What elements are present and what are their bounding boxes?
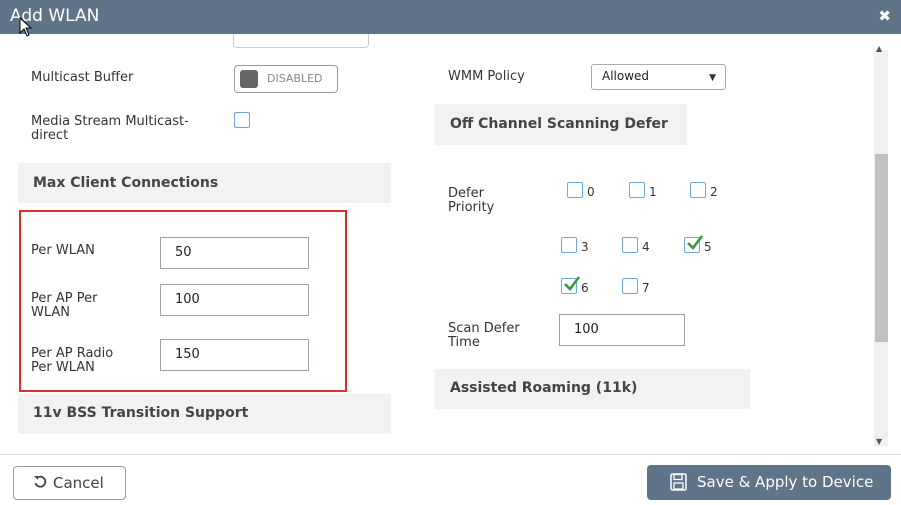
dropdown-arrow-icon: ▼ [709, 73, 716, 83]
media-stream-label-line2: direct [31, 128, 69, 143]
bss-transition-title: 11v BSS Transition Support [33, 405, 249, 421]
checkmark-icon [687, 235, 704, 250]
scroll-down-icon[interactable]: ▼ [876, 437, 882, 446]
per-ap-per-wlan-label: Per AP Per WLAN [31, 292, 97, 320]
cancel-button[interactable]: Cancel [13, 466, 126, 500]
defer-priority-checkbox-0[interactable] [567, 182, 583, 198]
defer-priority-number-2: 2 [710, 185, 718, 199]
dialog-titlebar: Add WLAN ✖ [0, 0, 901, 34]
close-icon[interactable]: ✖ [878, 7, 891, 25]
wmm-policy-select[interactable]: Allowed ▼ [591, 64, 726, 90]
scroll-up-icon[interactable]: ▲ [876, 44, 882, 53]
partial-field-top[interactable] [233, 34, 369, 48]
save-disk-icon [670, 473, 687, 491]
per-ap-per-wlan-input[interactable]: 100 [160, 284, 309, 316]
defer-priority-checkbox-1[interactable] [629, 182, 645, 198]
scan-defer-time-label-line1: Scan Defer [448, 321, 520, 336]
defer-priority-checkbox-4[interactable] [622, 237, 638, 253]
cancel-label: Cancel [53, 474, 104, 492]
max-client-connections-title: Max Client Connections [33, 175, 219, 191]
scan-defer-time-label-line2: Time [448, 335, 480, 350]
per-ap-radio-input[interactable]: 150 [160, 339, 309, 371]
per-ap-radio-label-line2: Per WLAN [31, 360, 95, 375]
bss-transition-section: 11v BSS Transition Support [18, 394, 391, 434]
defer-priority-number-3: 3 [581, 240, 589, 254]
scan-defer-time-label: Scan Defer Time [448, 322, 520, 350]
per-wlan-label: Per WLAN [31, 243, 95, 258]
scan-defer-time-input[interactable]: 100 [559, 314, 685, 346]
defer-priority-label-line1: Defer [448, 186, 484, 201]
media-stream-label-line1: Media Stream Multicast- [31, 114, 189, 129]
wmm-policy-label: WMM Policy [448, 69, 525, 84]
multicast-buffer-label: Multicast Buffer [31, 70, 134, 85]
media-stream-checkbox[interactable] [234, 112, 250, 128]
off-channel-section: Off Channel Scanning Defer [435, 104, 687, 145]
defer-priority-checkbox-7[interactable] [622, 278, 638, 294]
per-ap-radio-label: Per AP Radio Per WLAN [31, 347, 113, 375]
toggle-state-text: DISABLED [267, 72, 323, 85]
defer-priority-number-7: 7 [642, 281, 650, 295]
assisted-roaming-title: Assisted Roaming (11k) [450, 380, 638, 396]
dialog-content: Multicast Buffer DISABLED Media Stream M… [0, 34, 901, 454]
assisted-roaming-section: Assisted Roaming (11k) [435, 369, 750, 409]
per-wlan-input[interactable]: 50 [160, 237, 309, 269]
defer-priority-number-1: 1 [649, 185, 657, 199]
defer-priority-checkbox-2[interactable] [690, 182, 706, 198]
save-apply-button[interactable]: Save & Apply to Device [647, 465, 891, 500]
defer-priority-number-0: 0 [587, 185, 595, 199]
defer-priority-number-5: 5 [704, 240, 712, 254]
scrollbar-thumb[interactable] [875, 154, 888, 342]
per-ap-radio-label-line1: Per AP Radio [31, 346, 114, 361]
defer-priority-label-line2: Priority [448, 200, 495, 215]
undo-icon [34, 475, 47, 488]
wmm-policy-value: Allowed [602, 69, 650, 83]
defer-priority-checkbox-3[interactable] [561, 237, 577, 253]
toggle-knob [240, 70, 258, 88]
defer-priority-label: Defer Priority [448, 187, 494, 215]
multicast-buffer-toggle[interactable]: DISABLED [234, 65, 338, 93]
dialog-footer: Cancel Save & Apply to Device [0, 454, 901, 505]
defer-priority-number-6: 6 [581, 281, 589, 295]
max-client-connections-section: Max Client Connections [18, 163, 391, 203]
defer-priority-number-4: 4 [642, 240, 650, 254]
content-scrollbar[interactable]: ▲ ▼ [859, 42, 889, 446]
per-ap-per-wlan-label-line1: Per AP Per [31, 291, 98, 306]
checkmark-icon [564, 276, 581, 291]
per-ap-per-wlan-label-line2: WLAN [31, 305, 71, 320]
defer-priority-checkbox-5[interactable] [684, 235, 704, 253]
media-stream-label: Media Stream Multicast- direct [31, 115, 189, 143]
off-channel-title: Off Channel Scanning Defer [450, 116, 668, 132]
save-apply-label: Save & Apply to Device [697, 473, 874, 491]
defer-priority-checkbox-6[interactable] [561, 276, 581, 294]
